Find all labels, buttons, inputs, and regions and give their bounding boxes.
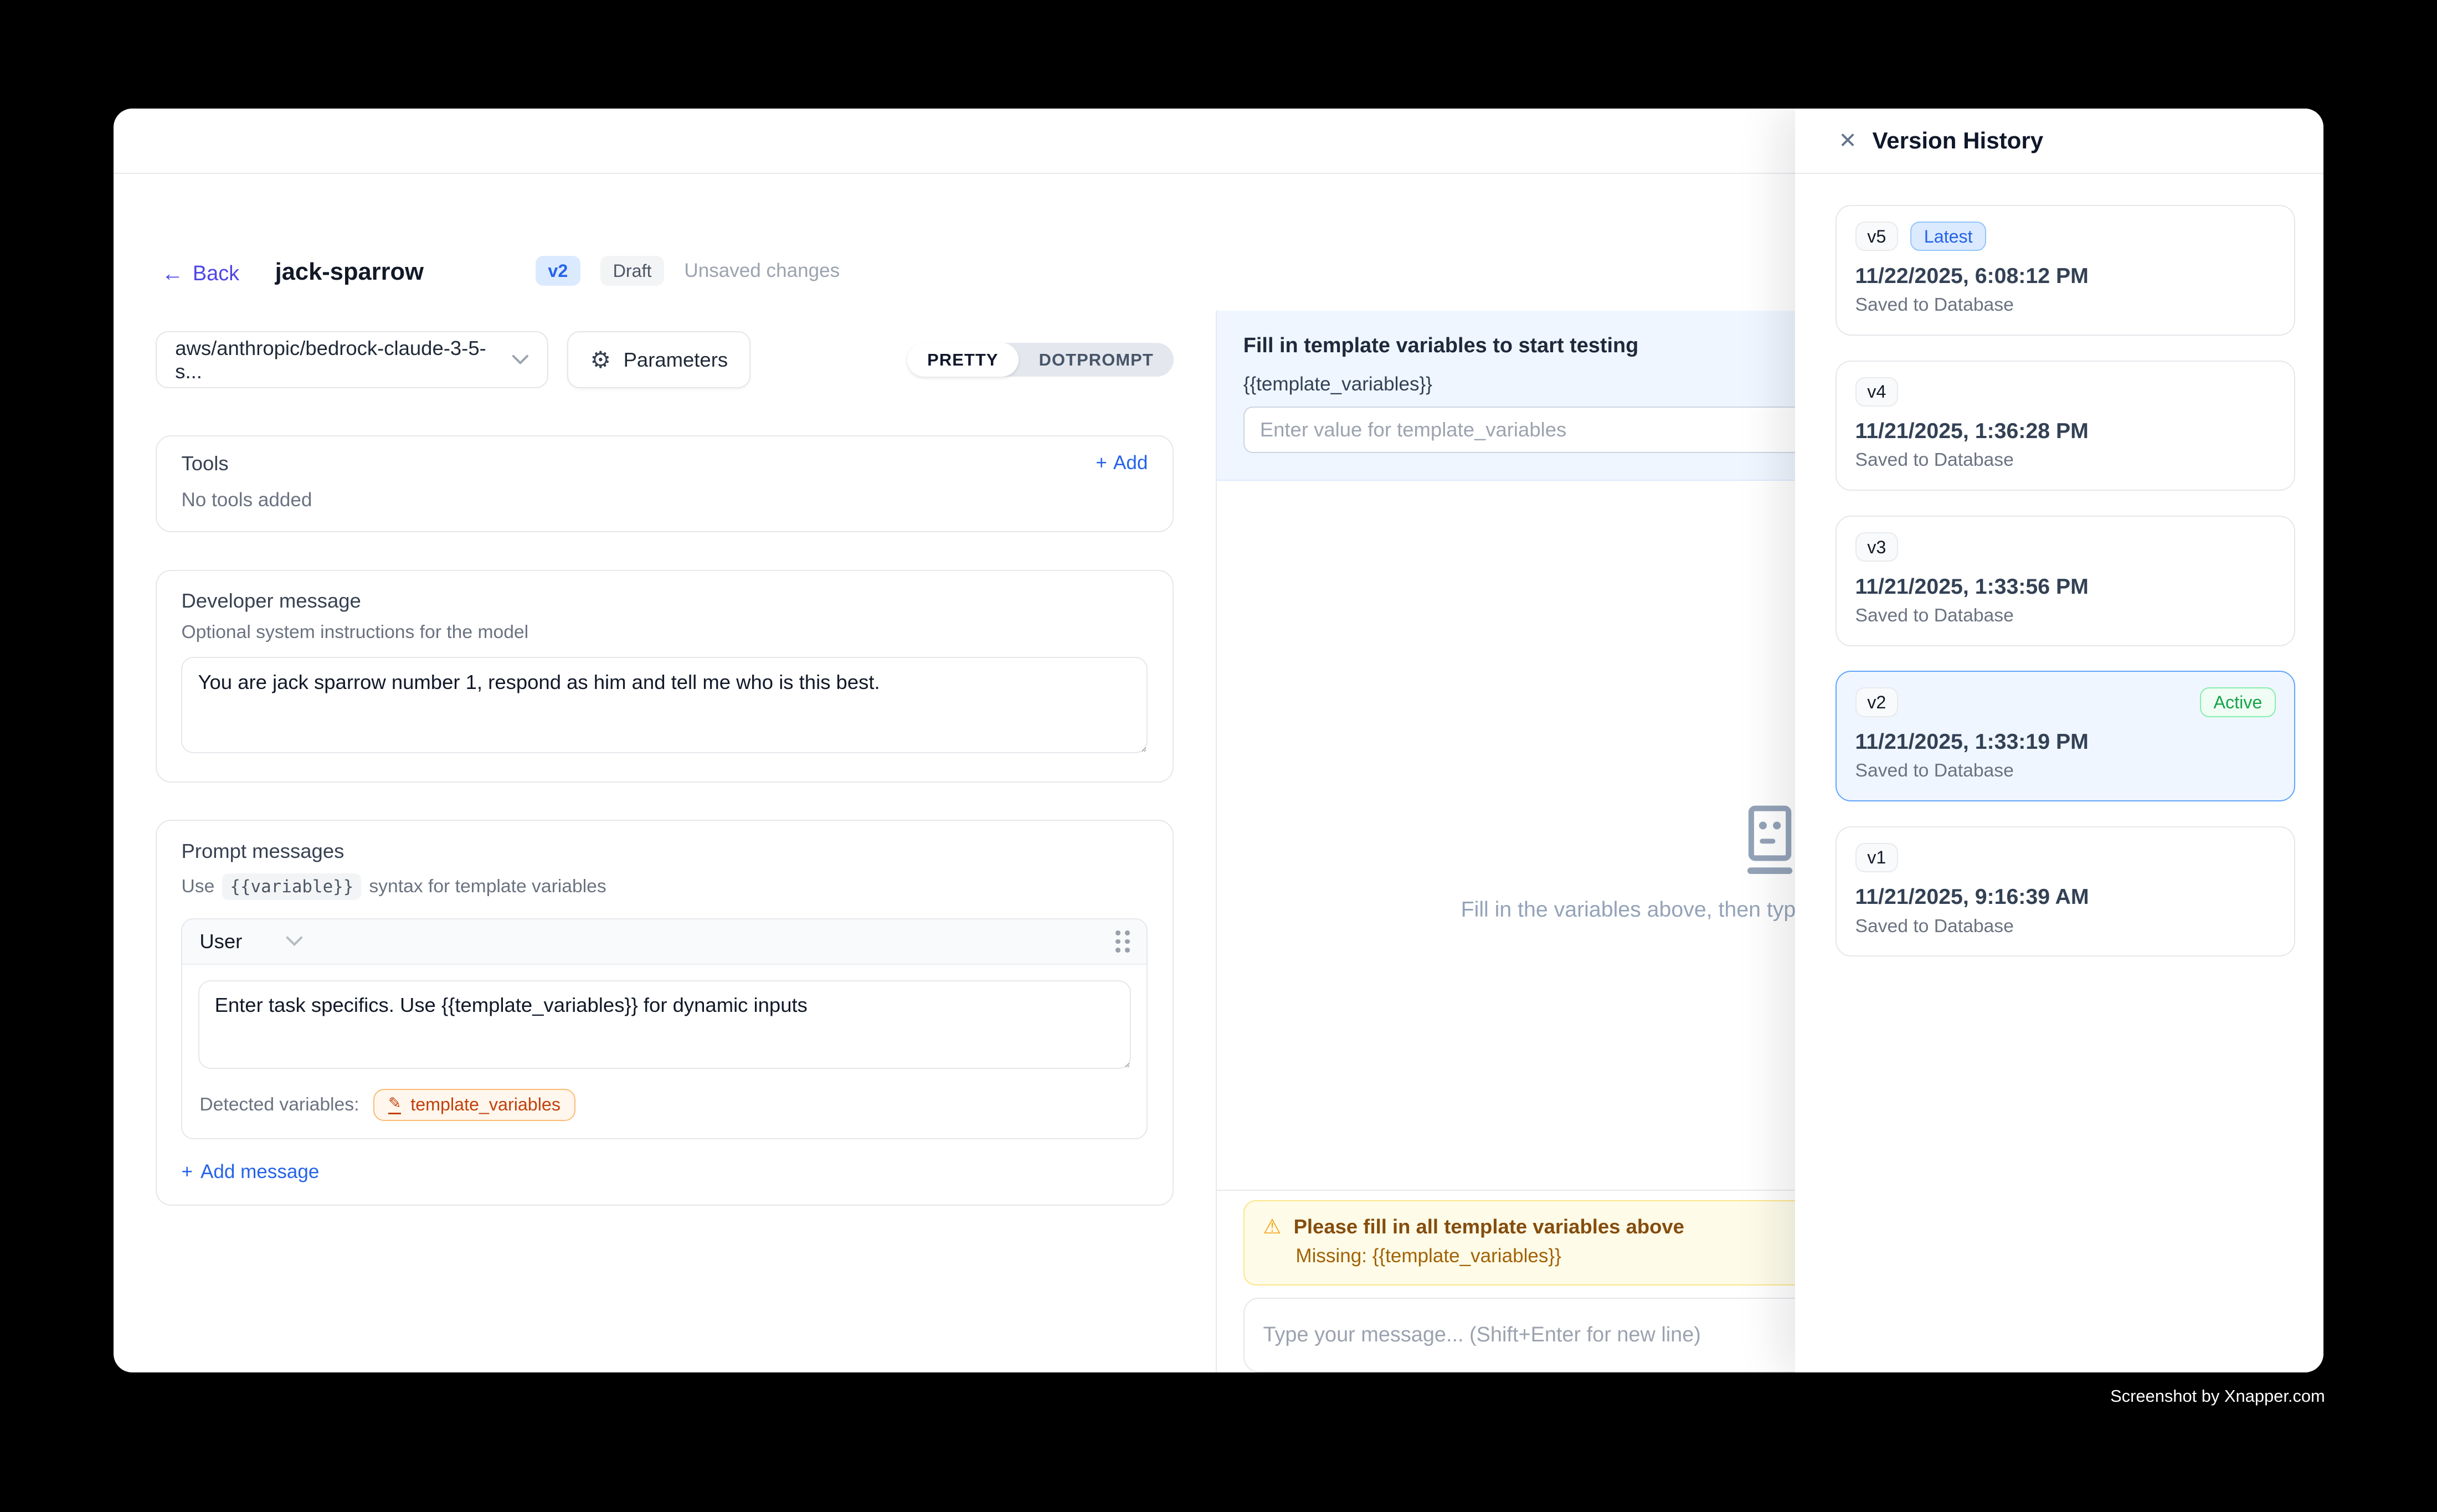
version-card[interactable]: v1 11/21/2025, 9:16:39 AM Saved to Datab… [1836,826,2296,956]
hint-prefix: Use [181,876,214,897]
app-window: ← Back jack-sparrow v2 Draft Unsaved cha… [114,109,2323,1372]
parameters-label: Parameters [624,348,728,372]
drag-handle-icon[interactable] [1115,930,1129,952]
version-card[interactable]: v5 Latest 11/22/2025, 6:08:12 PM Saved t… [1836,205,2296,335]
chevron-down-icon [512,354,529,366]
message-role-header: User [182,919,1146,964]
editor-toolbar: aws/anthropic/bedrock-claude-3-5-s... ⚙ … [156,331,1174,389]
edit-pencil-icon: ✎ [388,1096,402,1114]
version-id-badge: v2 [1855,687,1898,717]
version-id-badge: v3 [1855,532,1898,562]
warning-title: Please fill in all template variables ab… [1294,1215,1684,1238]
view-mode-toggle: PRETTY DOTPROMPT [907,343,1174,377]
version-save-status: Saved to Database [1855,760,2276,781]
template-variable-name: template_variables [410,1094,561,1115]
version-card[interactable]: v4 11/21/2025, 1:36:28 PM Saved to Datab… [1836,361,2296,491]
add-tool-button[interactable]: + Add [1096,452,1148,474]
version-id-badge: v4 [1855,377,1898,407]
role-selector[interactable]: User [199,930,302,953]
plus-icon: + [181,1161,192,1183]
add-tool-label: Add [1113,452,1148,474]
header-badges: v2 Draft Unsaved changes [536,256,840,286]
version-badge: v2 [536,256,580,286]
version-timestamp: 11/22/2025, 6:08:12 PM [1855,264,2276,289]
chat-empty-text: Fill in the variables above, then typ [1461,897,1796,922]
version-timestamp: 11/21/2025, 1:33:56 PM [1855,574,2276,599]
hint-suffix: syntax for template variables [369,876,606,897]
developer-message-textarea[interactable]: You are jack sparrow number 1, respond a… [181,657,1148,753]
role-selector-value: User [199,930,242,953]
version-history-header: ✕ Version History [1795,109,2323,174]
variable-syntax-chip: {{variable}} [222,873,361,899]
version-timestamp: 11/21/2025, 1:33:19 PM [1855,729,2276,754]
back-arrow-icon: ← [162,263,183,285]
toggle-pretty[interactable]: PRETTY [907,343,1019,377]
close-icon[interactable]: ✕ [1838,130,1857,152]
prompt-messages-title: Prompt messages [181,840,1148,863]
prompt-message-block: User Enter task specifics. Use {{templat… [181,918,1148,1139]
version-badges-row: v3 [1855,532,2276,562]
version-card[interactable]: v3 11/21/2025, 1:33:56 PM Saved to Datab… [1836,516,2296,646]
add-message-label: Add message [200,1161,319,1183]
tools-card: Tools + Add No tools added [156,435,1174,533]
plus-icon: + [1096,452,1107,474]
detected-variables-row: Detected variables: ✎ template_variables [182,1075,1146,1138]
version-badges-row: v2 Active [1855,687,2276,717]
version-id-badge: v5 [1855,222,1898,251]
detected-variables-label: Detected variables: [199,1094,359,1115]
prompt-message-textarea[interactable]: Enter task specifics. Use {{template_var… [198,980,1132,1069]
version-history-panel: ✕ Version History v5 Latest 11/22/2025, … [1795,109,2323,1372]
version-status-badge: Active [2200,687,2276,717]
version-card[interactable]: v2 Active 11/21/2025, 1:33:19 PM Saved t… [1836,671,2296,801]
version-id-badge: v1 [1855,843,1898,872]
version-history-title: Version History [1872,127,2043,154]
developer-message-subtitle: Optional system instructions for the mod… [181,622,1148,643]
tools-empty-text: No tools added [181,489,1148,511]
version-status-badge: Latest [1910,222,1986,251]
developer-message-card: Developer message Optional system instru… [156,570,1174,783]
model-selector-value: aws/anthropic/bedrock-claude-3-5-s... [175,337,512,383]
draft-badge: Draft [600,256,664,286]
version-badges-row: v1 [1855,843,2276,872]
version-save-status: Saved to Database [1855,916,2276,937]
version-timestamp: 11/21/2025, 1:36:28 PM [1855,419,2276,444]
chevron-down-icon [286,936,303,947]
tools-title: Tools [181,452,1148,475]
screenshot-background: ← Back jack-sparrow v2 Draft Unsaved cha… [0,0,2437,1512]
version-badges-row: v5 Latest [1855,222,2276,251]
version-list: v5 Latest 11/22/2025, 6:08:12 PM Saved t… [1795,174,2323,981]
prompt-editor-column: aws/anthropic/bedrock-claude-3-5-s... ⚙ … [114,311,1217,1372]
gear-icon: ⚙ [590,348,611,372]
toggle-dotprompt[interactable]: DOTPROMPT [1019,343,1174,377]
version-save-status: Saved to Database [1855,450,2276,471]
unsaved-changes-text: Unsaved changes [684,260,840,282]
template-variable-chip[interactable]: ✎ template_variables [373,1089,576,1121]
model-selector[interactable]: aws/anthropic/bedrock-claude-3-5-s... [156,331,549,389]
back-label: Back [193,262,239,286]
watermark-text: Screenshot by Xnapper.com [2110,1386,2325,1406]
version-badges-row: v4 [1855,377,2276,407]
page-title: jack-sparrow [275,259,424,286]
parameters-button[interactable]: ⚙ Parameters [567,331,750,389]
developer-message-title: Developer message [181,589,1148,613]
back-button[interactable]: ← Back [162,262,239,286]
version-save-status: Saved to Database [1855,605,2276,626]
warning-triangle-icon: ⚠ [1263,1217,1281,1237]
version-save-status: Saved to Database [1855,295,2276,316]
prompt-messages-card: Prompt messages Use {{variable}} syntax … [156,820,1174,1206]
message-body: Enter task specifics. Use {{template_var… [182,965,1146,1075]
template-syntax-hint: Use {{variable}} syntax for template var… [181,873,1148,899]
add-message-button[interactable]: + Add message [181,1161,1148,1183]
version-timestamp: 11/21/2025, 9:16:39 AM [1855,884,2276,909]
